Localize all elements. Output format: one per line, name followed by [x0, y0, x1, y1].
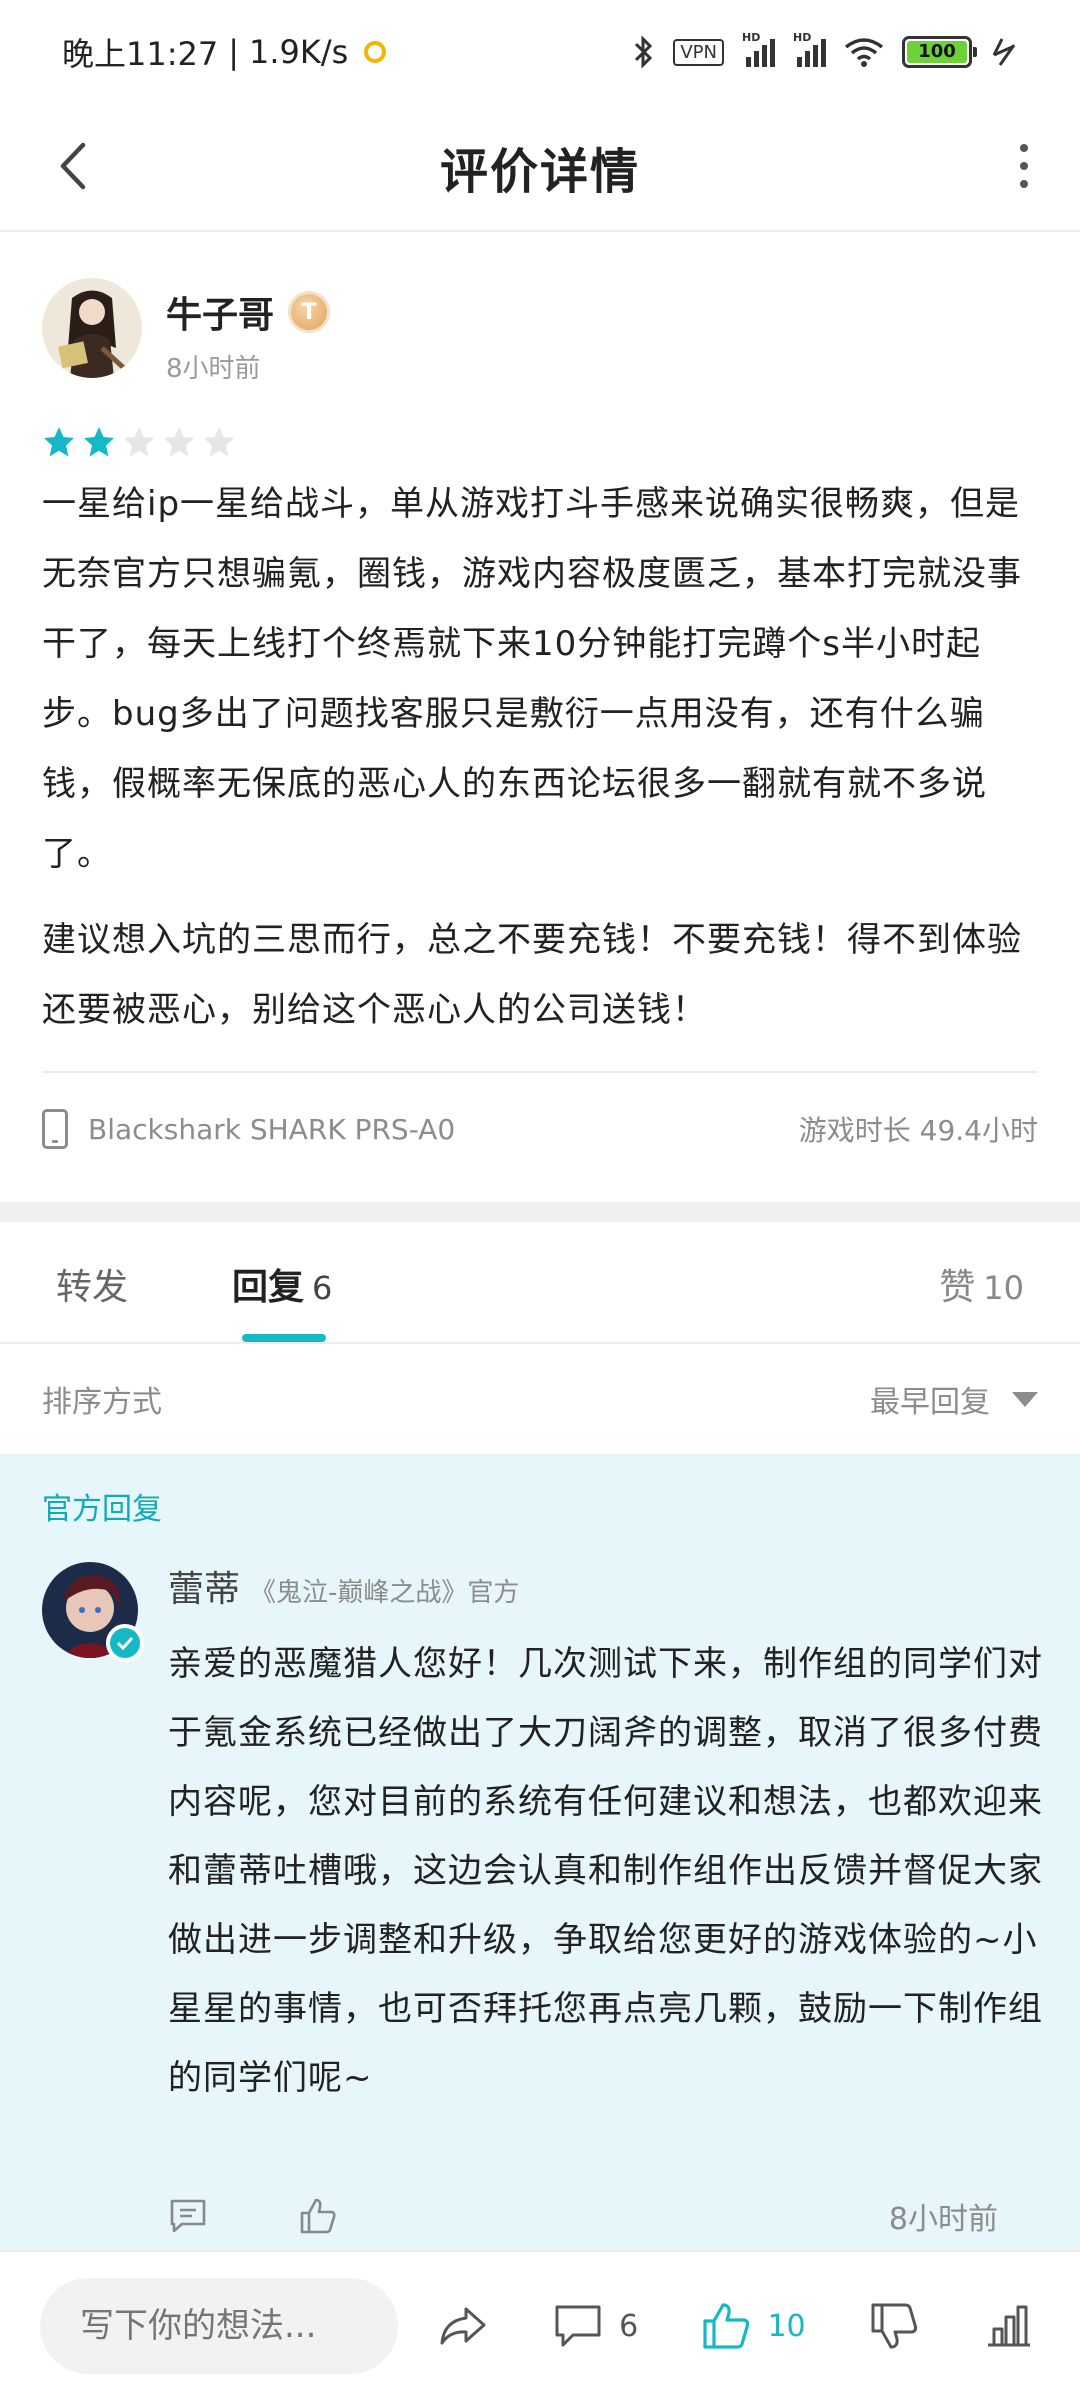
reply-author-name[interactable]: 蕾蒂 — [168, 1560, 240, 1612]
bluetooth-icon — [635, 35, 653, 69]
status-right: VPN HD HD 100 — [633, 31, 1018, 69]
battery-level: 100 — [907, 41, 967, 63]
status-time: 晚上11:27 — [62, 35, 219, 73]
author-row: 牛子哥 T 8小时前 — [42, 278, 1038, 385]
battery-icon: 100 — [902, 36, 977, 68]
playtime: 游戏时长 49.4小时 — [798, 1114, 1038, 1147]
network-speed: 1.9K/s — [249, 33, 349, 71]
verified-icon — [106, 1624, 144, 1662]
reply-avatar[interactable] — [42, 1562, 144, 1662]
status-left: 晚上11:27 | 1.9K/s — [62, 29, 387, 75]
wifi-icon — [844, 38, 884, 67]
status-separator: | — [228, 33, 240, 71]
back-button[interactable] — [40, 134, 104, 198]
bar-chart-icon — [987, 2305, 1030, 2347]
stats-button[interactable] — [982, 2299, 1036, 2353]
star-empty-icon — [164, 427, 194, 457]
phone-icon — [42, 1109, 68, 1149]
active-tab-indicator — [242, 1334, 326, 1342]
sort-label: 排序方式 — [42, 1385, 162, 1420]
reply-body: 亲爱的恶魔猎人您好！几次测试下来，制作组的同学们对于氪金系统已经做出了大刀阔斧的… — [168, 1644, 1043, 2098]
tab-reply-label: 回复 — [232, 1267, 305, 1308]
chevron-down-icon — [1012, 1391, 1038, 1407]
tab-like[interactable]: 赞 10 — [939, 1258, 1024, 1310]
like-count: 10 — [767, 2308, 806, 2344]
official-reply-label: 官方回复 — [42, 1492, 162, 1527]
avatar-image — [42, 278, 142, 378]
star-filled-icon — [44, 427, 74, 457]
status-bar: 晚上11:27 | 1.9K/s VPN HD HD 100 — [0, 0, 1080, 104]
bar-actions: 6 10 — [436, 2299, 1040, 2353]
thumbs-down-icon — [871, 2303, 917, 2349]
author-info: 牛子哥 T 8小时前 — [166, 278, 331, 385]
reply-author-role: 《鬼泣-巅峰之战》官方 — [250, 1578, 520, 1608]
dot — [1020, 180, 1028, 188]
comment-icon — [555, 2305, 601, 2347]
reply-time: 8小时前 — [888, 2202, 998, 2237]
review-body: 一星给ip一星给战斗，单从游戏打斗手感来说确实很畅爽，但是无奈官方只想骗氪，圈钱… — [42, 469, 1038, 1045]
tab-reply-count: 6 — [312, 1269, 333, 1307]
device-name: Blackshark SHARK PRS-A0 — [88, 1112, 456, 1146]
star-empty-icon — [204, 427, 234, 457]
signal-icon: HD — [742, 31, 775, 67]
tab-reply[interactable]: 回复 6 — [232, 1258, 332, 1310]
section-divider — [0, 1202, 1080, 1222]
official-reply-section: 官方回复 蕾蒂 《鬼泣-巅峰之战》官方 亲爱的恶魔猎人您好！几次测试下来，制作组… — [0, 1454, 1080, 2250]
charging-icon — [992, 38, 1016, 66]
review-time: 8小时前 — [166, 354, 261, 384]
sort-row: 排序方式 最早回复 — [0, 1344, 1080, 1454]
author-avatar[interactable] — [42, 278, 142, 378]
level-badge-icon: T — [288, 291, 331, 333]
comment-button[interactable]: 6 — [551, 2299, 638, 2353]
dislike-button[interactable] — [867, 2299, 921, 2353]
share-icon — [440, 2307, 486, 2345]
author-name[interactable]: 牛子哥 — [166, 286, 274, 338]
share-button[interactable] — [436, 2299, 490, 2353]
vpn-icon: VPN — [673, 38, 724, 66]
signal-icon-2: HD — [793, 31, 826, 67]
thumbs-up-icon — [703, 2303, 750, 2349]
app-header: 评价详情 — [0, 104, 1080, 232]
tab-forward[interactable]: 转发 — [56, 1258, 128, 1310]
review-paragraph-1: 一星给ip一星给战斗，单从游戏打斗手感来说确实很畅爽，但是无奈官方只想骗氪，圈钱… — [42, 484, 1022, 874]
page-title: 评价详情 — [439, 144, 640, 200]
author-name-row: 牛子哥 T — [166, 286, 331, 338]
sort-value: 最早回复 — [870, 1385, 990, 1420]
reply-header: 蕾蒂 《鬼泣-巅峰之战》官方 — [168, 1560, 519, 1612]
notification-icon — [364, 41, 387, 63]
review-card: 牛子哥 T 8小时前 一星给ip一星给战斗，单从游戏打斗手感来说确实很畅爽，但是… — [42, 278, 1038, 1185]
back-arrow-icon — [60, 142, 86, 190]
dot — [1020, 162, 1028, 170]
device-row: Blackshark SHARK PRS-A0 游戏时长 49.4小时 — [42, 1073, 1038, 1185]
reply-like-icon[interactable] — [298, 2196, 338, 2236]
rating-stars — [42, 425, 1038, 459]
tab-like-label: 赞 — [939, 1267, 976, 1308]
reply-actions: 8小时前 — [168, 2194, 998, 2238]
star-filled-icon — [84, 427, 114, 457]
dot — [1020, 144, 1028, 152]
review-paragraph-2: 建议想入坑的三思而行，总之不要充钱！不要充钱！得不到体验还要被恶心，别给这个恶心… — [42, 920, 1022, 1030]
reply-comment-icon[interactable] — [168, 2196, 208, 2236]
tab-bar: 转发 回复 6 赞 10 — [0, 1222, 1080, 1344]
sort-dropdown[interactable]: 最早回复 — [870, 1377, 1038, 1421]
comment-input[interactable] — [40, 2278, 398, 2374]
comment-count: 6 — [619, 2308, 639, 2344]
like-button[interactable]: 10 — [699, 2299, 806, 2353]
tab-forward-label: 转发 — [56, 1267, 129, 1308]
star-empty-icon — [124, 427, 154, 457]
more-options-button[interactable] — [992, 134, 1056, 198]
tab-like-count: 10 — [983, 1269, 1024, 1307]
bottom-action-bar: 6 10 — [0, 2250, 1080, 2400]
